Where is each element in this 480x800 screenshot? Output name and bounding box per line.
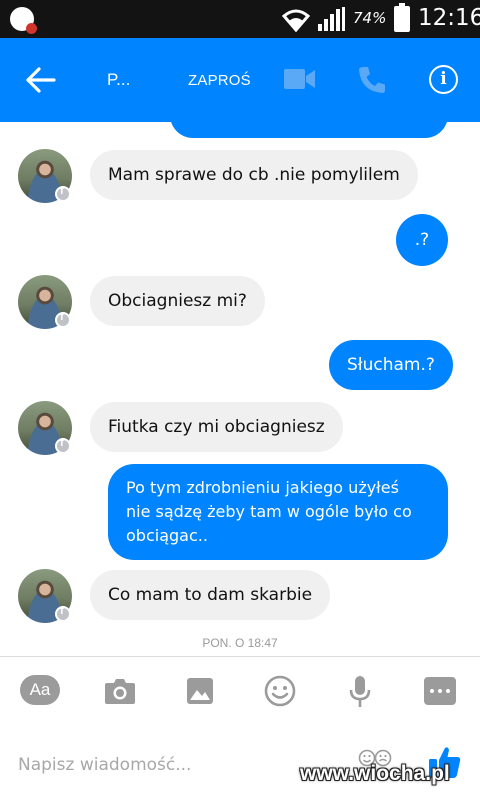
phone-call-icon[interactable] <box>357 65 387 95</box>
watermark: www.wiocha.pl <box>300 762 450 785</box>
gallery-icon[interactable] <box>186 677 214 705</box>
message-bubble-incoming[interactable]: Mam sprawe do cb .nie pomylilem <box>90 150 418 200</box>
microphone-icon[interactable] <box>348 675 372 709</box>
contact-name[interactable]: P... <box>107 70 130 90</box>
battery-percentage: 74% <box>353 9 387 27</box>
clock: 12:16 <box>418 5 480 31</box>
message-line: Po tym zdrobnieniu jakiego użyłeś <box>126 478 399 497</box>
facebook-icon <box>55 185 71 202</box>
invite-button[interactable]: ZAPROŚ <box>188 72 251 89</box>
back-arrow-icon[interactable] <box>22 62 62 98</box>
status-bar: 74% 12:16 <box>0 0 480 38</box>
message-bubble-outgoing[interactable]: Słucham.? <box>329 340 453 390</box>
composer-toolbar: Aa <box>0 657 480 727</box>
message-line: obciągac.. <box>126 526 208 545</box>
facebook-icon <box>55 437 71 454</box>
conversation-header: P... ZAPROŚ i <box>0 38 480 122</box>
facebook-icon <box>55 605 71 622</box>
message-bubble-partial[interactable] <box>170 122 448 138</box>
message-list: Mam sprawe do cb .nie pomylilem .? Obcia… <box>0 122 480 656</box>
battery-icon <box>394 3 410 32</box>
signal-icon <box>318 7 345 31</box>
facebook-icon <box>55 311 71 328</box>
notification-icon <box>10 7 37 34</box>
more-options-icon[interactable] <box>424 677 456 705</box>
video-call-icon[interactable] <box>284 68 316 90</box>
message-bubble-outgoing[interactable]: .? <box>396 214 448 266</box>
message-input[interactable] <box>18 752 348 778</box>
camera-icon[interactable] <box>104 677 136 705</box>
message-bubble-incoming[interactable]: Co mam to dam skarbie <box>90 570 331 620</box>
message-bubble-incoming[interactable]: Fiutka czy mi obciagniesz <box>90 402 343 452</box>
sticker-icon[interactable] <box>264 675 296 707</box>
info-icon[interactable]: i <box>429 65 458 94</box>
message-line: nie sądzę żeby tam w ogóle było co <box>126 502 412 521</box>
message-bubble-incoming[interactable]: Obciagniesz mi? <box>90 276 265 326</box>
message-bubble-outgoing[interactable]: Po tym zdrobnieniu jakiego użyłeś nie są… <box>108 464 448 560</box>
message-timestamp: PON. O 18:47 <box>202 636 278 650</box>
text-style-button[interactable]: Aa <box>20 675 60 705</box>
wifi-icon <box>281 9 311 32</box>
